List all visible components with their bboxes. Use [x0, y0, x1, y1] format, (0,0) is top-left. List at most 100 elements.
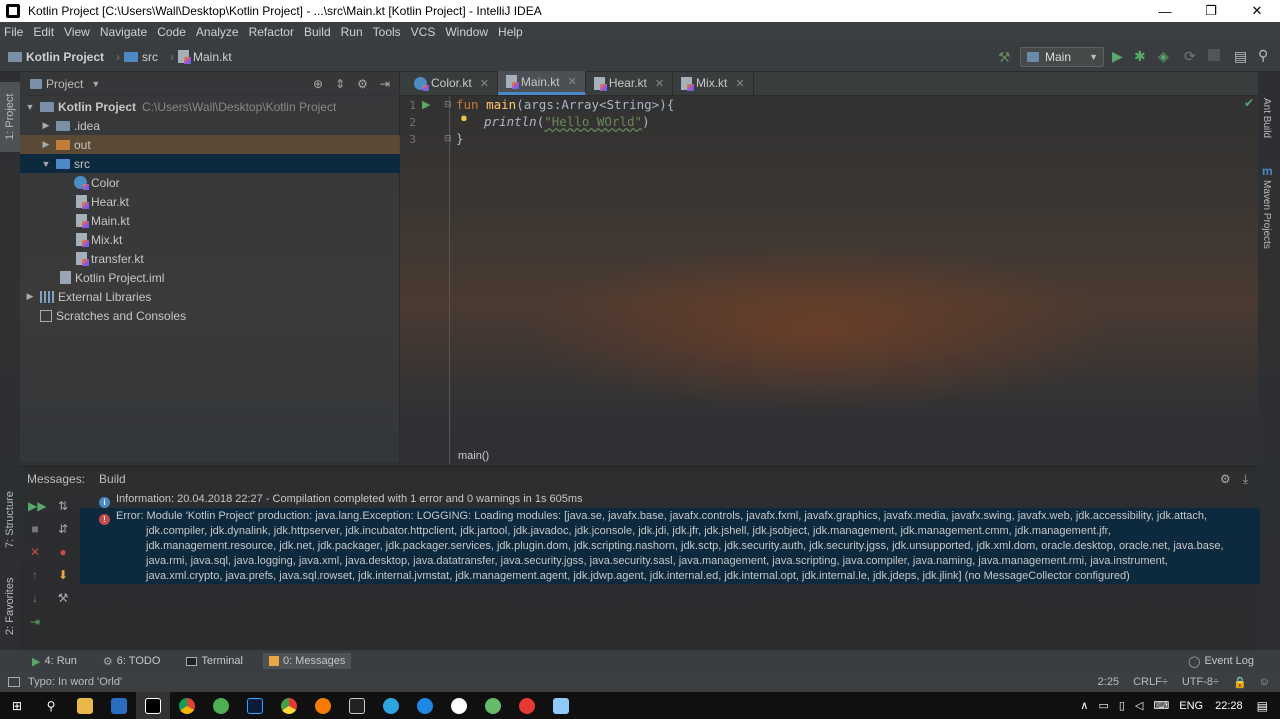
rerun-icon[interactable]: ▶▶ — [28, 499, 46, 513]
store-icon[interactable] — [102, 692, 136, 719]
tree-item-main-kt[interactable]: Main.kt — [20, 211, 400, 230]
collapse-arrow-icon[interactable]: ▶ — [40, 139, 52, 150]
keyboard-icon[interactable]: ⌨ — [1153, 699, 1169, 712]
menu-window[interactable]: Window — [445, 25, 488, 39]
telegram-icon[interactable] — [374, 692, 408, 719]
minimize-button[interactable]: — — [1142, 0, 1188, 22]
editor-breadcrumb[interactable]: main() — [458, 450, 489, 462]
inspector-icon[interactable]: ☺ — [1259, 676, 1270, 688]
build-hammer-icon[interactable]: ⚒ — [998, 49, 1011, 66]
chrome-icon[interactable] — [170, 692, 204, 719]
tab-messages[interactable]: 0: Messages — [262, 653, 352, 669]
tool-windows-toggle-icon[interactable] — [8, 677, 20, 687]
gear-icon[interactable]: ⚙ — [1220, 472, 1231, 486]
close-tab-icon[interactable]: ✕ — [568, 75, 577, 88]
close-tab-icon[interactable]: ✕ — [655, 77, 664, 90]
run-icon[interactable]: ▶ — [1112, 48, 1123, 65]
breadcrumb-main-kt[interactable]: Main.kt — [178, 50, 232, 64]
tab-build[interactable]: Build — [99, 472, 126, 486]
show-errors-icon[interactable]: ● — [56, 545, 70, 559]
up-icon[interactable]: ↑ — [28, 568, 42, 582]
cmd-icon[interactable] — [340, 692, 374, 719]
tree-item-iml[interactable]: Kotlin Project.iml — [20, 268, 400, 287]
menu-file[interactable]: File — [4, 25, 23, 39]
intellij-taskbar-icon[interactable] — [136, 692, 170, 719]
tree-item-root[interactable]: ▼ Kotlin Project C:\Users\Wall\Desktop\K… — [20, 97, 400, 116]
menu-code[interactable]: Code — [157, 25, 186, 39]
search-icon[interactable]: ⚲ — [1258, 47, 1268, 64]
tab-project-tool[interactable]: 1: Project — [0, 82, 20, 152]
close-tab-icon[interactable]: ✕ — [735, 77, 744, 90]
tree-item-src[interactable]: ▼ src — [20, 154, 400, 173]
gear-icon[interactable]: ⚙ — [357, 77, 368, 91]
chevron-down-icon[interactable]: ▼ — [91, 79, 100, 89]
hide-icon[interactable]: ⤓ — [1243, 472, 1248, 487]
code-line-1[interactable]: fun main(args:Array<String>){ — [456, 97, 674, 112]
code-line-3[interactable]: } — [456, 131, 464, 146]
language-indicator[interactable]: ENG — [1179, 700, 1203, 712]
edge-icon[interactable] — [408, 692, 442, 719]
stop-icon[interactable]: ■ — [28, 522, 42, 536]
down-icon[interactable]: ↓ — [28, 591, 42, 605]
menu-build[interactable]: Build — [304, 25, 331, 39]
close-button[interactable]: ✕ — [1234, 0, 1280, 22]
caret-position[interactable]: 2:25 — [1098, 676, 1119, 688]
menu-edit[interactable]: Edit — [33, 25, 54, 39]
debug-icon[interactable]: ✱ — [1134, 48, 1146, 65]
collapse-arrow-icon[interactable]: ▶ — [24, 291, 36, 302]
editor-gutter[interactable]: 1 2 3 ▶ ⊟ ⊟ — [400, 96, 452, 464]
inspection-ok-icon[interactable]: ✔ — [1244, 96, 1254, 110]
opera-icon[interactable] — [510, 692, 544, 719]
menu-analyze[interactable]: Analyze — [196, 25, 239, 39]
lock-icon[interactable]: 🔒 — [1233, 676, 1247, 689]
collapse-icon[interactable]: ⇕ — [335, 77, 345, 91]
export-icon[interactable]: ⇥ — [28, 615, 42, 629]
project-view-select[interactable]: Project — [46, 77, 83, 91]
battery-icon[interactable]: ▯ — [1119, 699, 1125, 712]
info-message[interactable]: Information: 20.04.2018 22:27 - Compilat… — [116, 492, 583, 507]
tab-main-kt[interactable]: Main.kt ✕ — [497, 71, 586, 95]
obs-icon[interactable] — [442, 692, 476, 719]
network-icon[interactable]: ▭ — [1098, 699, 1108, 712]
globe-app-icon[interactable] — [476, 692, 510, 719]
search-icon[interactable]: ⚲ — [34, 692, 68, 719]
tree-item-scratches[interactable]: Scratches and Consoles — [20, 306, 400, 325]
tree-item-external-libraries[interactable]: ▶ External Libraries — [20, 287, 400, 306]
close-icon[interactable]: ✕ — [28, 545, 42, 559]
settings-icon[interactable]: ⚒ — [56, 591, 70, 605]
tab-terminal[interactable]: Terminal — [180, 653, 249, 669]
menu-vcs[interactable]: VCS — [411, 25, 436, 39]
fold-icon[interactable]: ⊟ — [444, 99, 452, 110]
windows-start-icon[interactable]: ⊞ — [0, 692, 34, 719]
breadcrumb-src[interactable]: src — [124, 50, 158, 64]
fold-icon[interactable]: ⊟ — [444, 133, 452, 144]
tab-run[interactable]: ▶ 4: Run — [26, 653, 83, 670]
lightbulb-icon[interactable]: ● — [460, 110, 468, 125]
collapse-arrow-icon[interactable]: ▶ — [40, 120, 52, 131]
breadcrumb-project[interactable]: Kotlin Project — [8, 50, 104, 64]
maximize-button[interactable]: ❐ — [1188, 0, 1234, 22]
menu-refactor[interactable]: Refactor — [249, 25, 294, 39]
yandex-browser-icon[interactable] — [272, 692, 306, 719]
tab-structure-tool[interactable]: 7: Structure — [0, 480, 20, 560]
locate-icon[interactable]: ⊕ — [313, 77, 323, 91]
tree-item-transfer-kt[interactable]: transfer.kt — [20, 249, 400, 268]
export-log-icon[interactable]: ⬇ — [56, 568, 70, 582]
run-gutter-icon[interactable]: ▶ — [422, 98, 430, 111]
tab-favorites-tool[interactable]: 2: Favorites — [0, 566, 20, 646]
expand-all-icon[interactable]: ⇅ — [56, 499, 70, 513]
menu-view[interactable]: View — [64, 25, 90, 39]
file-encoding[interactable]: UTF-8÷ — [1182, 676, 1219, 688]
tray-chevron-icon[interactable]: ∧ — [1080, 699, 1088, 712]
photos-icon[interactable] — [544, 692, 578, 719]
tree-item-color[interactable]: Color — [20, 173, 400, 192]
collapse-all-icon[interactable]: ⇵ — [56, 522, 70, 536]
close-tab-icon[interactable]: ✕ — [480, 77, 489, 90]
expand-arrow-icon[interactable]: ▼ — [40, 159, 52, 169]
event-log-button[interactable]: ◯ Event Log — [1182, 653, 1260, 670]
menu-help[interactable]: Help — [498, 25, 523, 39]
menu-tools[interactable]: Tools — [373, 25, 401, 39]
tree-item-out[interactable]: ▶ out — [20, 135, 400, 154]
menu-navigate[interactable]: Navigate — [100, 25, 147, 39]
expand-arrow-icon[interactable]: ▼ — [24, 102, 36, 112]
